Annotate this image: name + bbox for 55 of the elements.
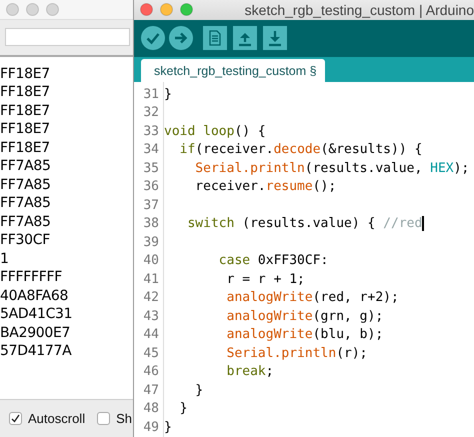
output-line: FF7A85 <box>0 194 52 212</box>
code-line: Serial.println(r); <box>226 344 368 362</box>
output-line: FF7A85 <box>0 157 52 176</box>
line-number: 40 <box>142 252 160 270</box>
line-number: 46 <box>142 363 160 381</box>
output-line: FF18E7 <box>0 83 51 102</box>
window-title: sketch_rgb_testing_custom | Arduino <box>244 2 474 18</box>
output-line: FF7A85 <box>0 212 52 231</box>
output-line: FF18E7 <box>0 138 51 157</box>
code-line: break; <box>226 363 274 381</box>
code-line: receiver.resume(); <box>194 178 336 196</box>
output-line: 1 <box>0 250 10 268</box>
line-number: 41 <box>142 270 160 288</box>
line-number: 31 <box>142 86 160 104</box>
line-number: 43 <box>142 308 160 326</box>
output-line: FF18E7 <box>0 64 51 83</box>
output-line: BA2900E7 <box>0 324 72 342</box>
code-line: } <box>163 86 172 104</box>
line-number: 48 <box>142 400 160 418</box>
line-number: 45 <box>142 344 160 362</box>
code-line: r = r + 1; <box>226 270 305 288</box>
line-number: 37 <box>142 196 160 214</box>
code-line: } <box>163 418 172 436</box>
line-number: 35 <box>142 160 160 178</box>
output-line: 5AD41C31 <box>0 305 74 324</box>
code-line: } <box>178 400 188 418</box>
output-line: 40A8FA68 <box>0 286 70 305</box>
code-line: case 0xFF30CF: <box>218 252 328 270</box>
checkbox-label: Autoscroll <box>28 411 86 426</box>
output-line: FF18E7 <box>0 120 51 138</box>
code-line: if(receiver.decode(&results)) { <box>178 141 422 159</box>
line-number: 32 <box>142 104 160 122</box>
output-line: FF7A85 <box>0 176 52 194</box>
checkbox-label: Sh <box>116 411 132 426</box>
line-number: 44 <box>142 326 160 344</box>
line-number: 47 <box>142 382 160 400</box>
line-number: 34 <box>142 141 160 159</box>
code-line: analogWrite(grn, g); <box>226 308 384 326</box>
line-number: 33 <box>142 122 160 140</box>
output-line: FFFFFFFF <box>0 268 64 286</box>
code-line: analogWrite(red, r+2); <box>226 289 399 307</box>
code-line: Serial.println(results.value, HEX); <box>194 160 470 178</box>
code-line: } <box>194 382 204 400</box>
output-line: 57D4177A <box>0 342 72 360</box>
output-line: FF30CF <box>0 231 51 250</box>
line-number: 42 <box>142 289 160 307</box>
code-line: switch (results.value) { //red <box>186 215 424 233</box>
output-line: FF18E7 <box>0 102 51 120</box>
line-number: 49 <box>142 418 160 436</box>
code-line: void loop() { <box>163 122 266 140</box>
line-number: 38 <box>142 215 160 233</box>
line-number: 39 <box>142 234 160 252</box>
editor-tab[interactable]: sketch_rgb_testing_custom § <box>141 58 325 82</box>
line-number: 36 <box>142 178 160 196</box>
code-line: analogWrite(blu, b); <box>226 326 384 344</box>
